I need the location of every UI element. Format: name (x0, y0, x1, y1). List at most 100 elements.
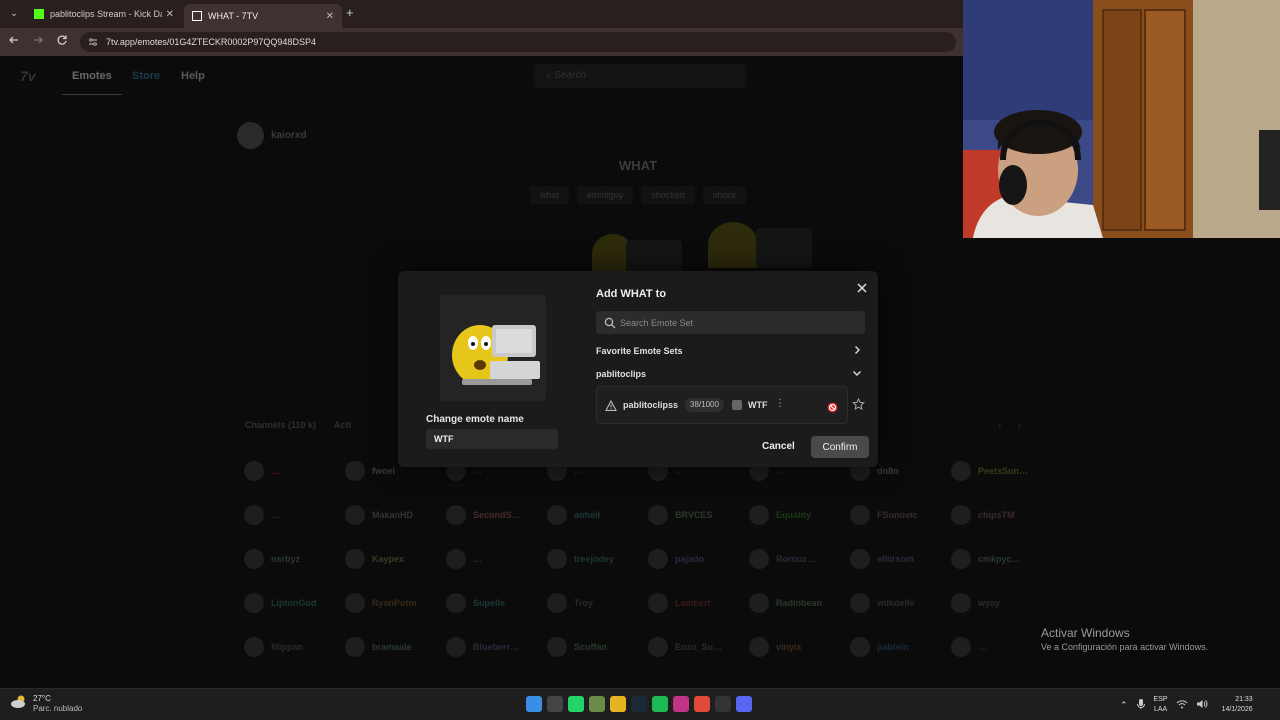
close-tab-icon[interactable]: ✕ (166, 9, 174, 20)
browser-tab-bar: ⌄ pablitoclips Stream - Kick Dashb ✕ WHA… (0, 0, 964, 28)
channel-user[interactable]: pablein (850, 636, 951, 658)
channel-user[interactable]: … (244, 460, 345, 482)
channel-user[interactable]: Scuffan (547, 636, 648, 658)
channel-user[interactable]: pajado (648, 548, 749, 570)
more-options-icon[interactable]: ⋮ (775, 398, 785, 409)
reload-icon[interactable] (54, 34, 70, 50)
channel-user[interactable]: wilkdelle (850, 592, 951, 614)
channel-user[interactable]: cmkpyc… (951, 548, 1052, 570)
channel-user[interactable]: filippan (244, 636, 345, 658)
temperature: 27°C (33, 693, 51, 703)
channel-user[interactable]: treejodey (547, 548, 648, 570)
volume-icon[interactable] (1196, 699, 1208, 711)
avatar (244, 593, 264, 613)
emote-set-card[interactable]: pablitoclipss 38/1000 WTF ⋮ (596, 386, 848, 424)
channel-user[interactable]: LiptonGod (244, 592, 345, 614)
search-icon[interactable] (547, 696, 563, 712)
channel-user-name: cmkpyc… (978, 554, 1021, 564)
emote-set-search-input[interactable] (620, 311, 860, 334)
chrome-icon[interactable] (694, 696, 710, 712)
prev-page-icon[interactable]: ‹ (998, 420, 1002, 432)
favorite-emote-sets-row[interactable]: Favorite Emote Sets (596, 346, 864, 360)
tab-kick-dashboard[interactable]: pablitoclips Stream - Kick Dashb ✕ (26, 4, 182, 24)
nav-help[interactable]: Help (181, 70, 205, 82)
channel-user[interactable]: Lambert (648, 592, 749, 614)
next-page-icon[interactable]: › (1018, 420, 1022, 432)
channel-user[interactable]: FSunovic (850, 504, 951, 526)
uploader-info[interactable]: kaiorxd (237, 122, 307, 149)
channel-user[interactable]: … (244, 504, 345, 526)
avatar (951, 461, 971, 481)
channel-user[interactable]: vinyix (749, 636, 850, 658)
channel-user[interactable]: Blueberr… (446, 636, 547, 658)
emote-name-input[interactable] (426, 429, 558, 449)
discord-icon[interactable] (736, 696, 752, 712)
spotify-icon[interactable] (652, 696, 668, 712)
channel-user[interactable]: RyanPotm (345, 592, 446, 614)
nav-store[interactable]: Store (132, 70, 160, 82)
language-indicator[interactable]: ESP LAA (1154, 695, 1168, 715)
owner-sets-row[interactable]: pablitoclips (596, 369, 864, 383)
7tv-logo[interactable]: 7v (20, 68, 36, 84)
app-icon[interactable] (589, 696, 605, 712)
forward-icon[interactable] (30, 34, 46, 50)
channel-user[interactable]: PeetsSun… (951, 460, 1052, 482)
tag[interactable]: emotiguy (576, 186, 634, 204)
site-info-icon[interactable] (88, 32, 98, 54)
tab-7tv-what[interactable]: WHAT - 7TV ✕ (184, 4, 342, 28)
chevron-right-icon (852, 345, 862, 358)
change-name-label: Change emote name (426, 414, 524, 425)
tab-search-menu-icon[interactable]: ⌄ (6, 6, 22, 22)
emote-set-search[interactable] (596, 311, 865, 334)
channel-user[interactable]: bramaale (345, 636, 446, 658)
channel-user-name: SecondS… (473, 510, 521, 520)
channel-user-name: BRVCES (675, 510, 713, 520)
whatsapp-icon[interactable] (568, 696, 584, 712)
channel-user[interactable]: Rorouz… (749, 548, 850, 570)
channel-user[interactable]: Kaypex (345, 548, 446, 570)
channel-user[interactable]: Troy (547, 592, 648, 614)
back-icon[interactable] (6, 34, 22, 50)
clock[interactable]: 21:33 14/1/2026 (1222, 695, 1253, 715)
confirm-button[interactable]: Confirm (811, 436, 869, 458)
new-tab-button[interactable]: + (346, 6, 354, 20)
tab-activity[interactable]: Acti (334, 420, 351, 430)
close-icon[interactable] (854, 281, 870, 297)
steam-icon[interactable] (631, 696, 647, 712)
channel-user[interactable]: … (951, 636, 1052, 658)
channel-user[interactable]: wyay (951, 592, 1052, 614)
address-bar[interactable]: 7tv.app/emotes/01G4ZTECKR0002P97QQ948DSP… (80, 32, 956, 52)
weather-widget[interactable]: 27°C Parc. nublado (10, 693, 82, 714)
cancel-button[interactable]: Cancel (756, 436, 801, 458)
channel-user[interactable]: Supelle (446, 592, 547, 614)
tag[interactable]: shock (702, 186, 747, 204)
channel-user[interactable]: chipsTM (951, 504, 1052, 526)
channel-user[interactable]: elliirsom (850, 548, 951, 570)
start-icon[interactable] (526, 696, 542, 712)
channel-user[interactable]: SecondS… (446, 504, 547, 526)
star-icon[interactable] (852, 397, 865, 416)
channel-user-name: Troy (574, 598, 594, 608)
site-search-input[interactable]: ⌕ Search (534, 64, 746, 88)
channel-user[interactable]: BRVCES (648, 504, 749, 526)
channel-user[interactable]: MakanHD (345, 504, 446, 526)
channel-user[interactable]: nsrbyz (244, 548, 345, 570)
tab-channels[interactable]: Channels (110 k) (245, 420, 316, 430)
files-icon[interactable] (610, 696, 626, 712)
avatar (244, 505, 264, 525)
microphone-icon[interactable] (1136, 698, 1146, 712)
channel-user[interactable]: Enzo_Su… (648, 636, 749, 658)
channel-user[interactable]: … (446, 548, 547, 570)
channel-user[interactable]: aoheil (547, 504, 648, 526)
channel-user[interactable]: Equality (749, 504, 850, 526)
close-tab-icon[interactable]: ✕ (326, 11, 334, 22)
wifi-icon[interactable] (1176, 699, 1188, 711)
instagram-icon[interactable] (673, 696, 689, 712)
channel-user-name: … (574, 466, 583, 476)
channel-user[interactable]: Radiobean (749, 592, 850, 614)
tag[interactable]: shocked (641, 186, 695, 204)
nav-emotes[interactable]: Emotes (72, 70, 112, 82)
chevron-up-icon[interactable]: ⌃ (1120, 700, 1128, 711)
tag[interactable]: what (529, 186, 569, 204)
obs-icon[interactable] (715, 696, 731, 712)
